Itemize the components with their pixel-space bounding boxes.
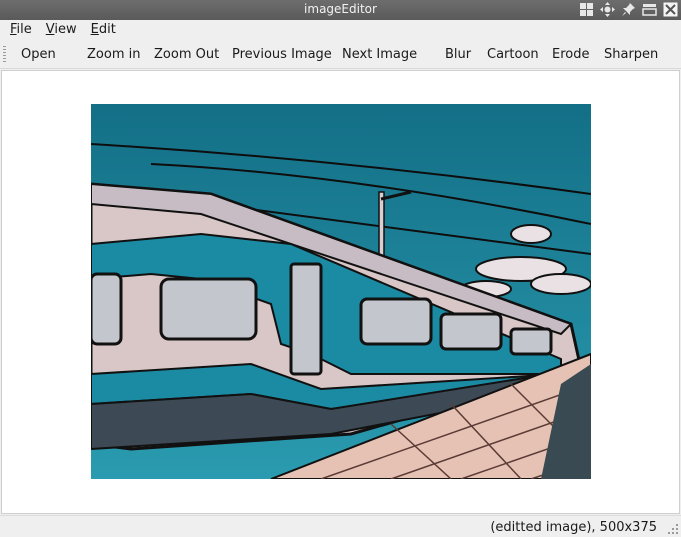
menu-file[interactable]: File <box>3 20 39 40</box>
cartoon-button[interactable]: Cartoon <box>487 44 539 66</box>
toolbar: Open Zoom in Zoom Out Previous Image Nex… <box>0 40 681 69</box>
grid-icon[interactable] <box>578 1 595 18</box>
blur-button[interactable]: Blur <box>445 44 471 66</box>
next-image-button[interactable]: Next Image <box>342 44 417 66</box>
status-bar: (editted image), 500x375 <box>0 515 681 537</box>
shade-icon[interactable] <box>641 1 658 18</box>
title-bar: imageEditor <box>0 0 681 20</box>
size-grip-icon[interactable] <box>667 523 679 535</box>
previous-image-button[interactable]: Previous Image <box>232 44 332 66</box>
toolbar-grip-icon[interactable] <box>3 46 6 64</box>
close-icon[interactable] <box>662 1 679 18</box>
cartoon-train-image <box>91 104 591 479</box>
menu-view[interactable]: View <box>39 20 84 40</box>
image-viewport[interactable] <box>1 70 680 514</box>
menu-edit[interactable]: Edit <box>84 20 123 40</box>
zoom-out-button[interactable]: Zoom Out <box>154 44 219 66</box>
erode-button[interactable]: Erode <box>552 44 589 66</box>
pin-icon[interactable] <box>620 1 637 18</box>
edited-image <box>91 104 591 479</box>
menu-bar: File View Edit <box>0 20 681 40</box>
move-icon[interactable] <box>599 1 616 18</box>
zoom-in-button[interactable]: Zoom in <box>87 44 140 66</box>
status-text: (editted image), 500x375 <box>490 520 657 535</box>
open-button[interactable]: Open <box>21 44 56 66</box>
sharpen-button[interactable]: Sharpen <box>604 44 658 66</box>
